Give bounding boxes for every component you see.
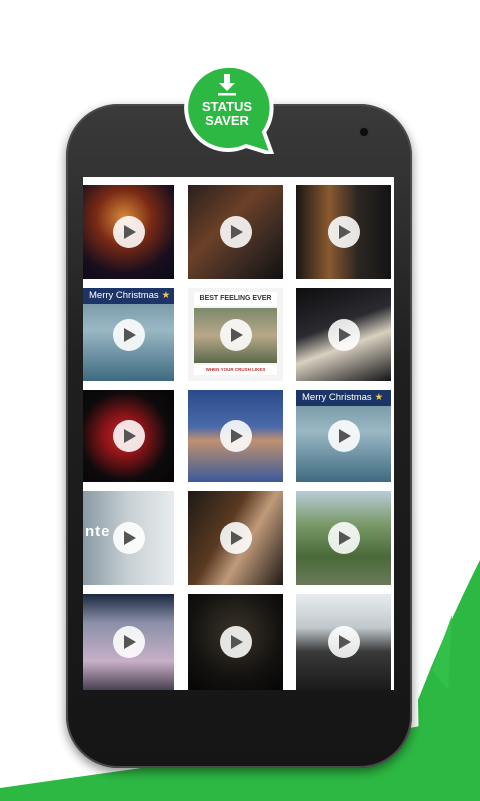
video-thumbnail[interactable] (188, 185, 283, 279)
video-thumbnail[interactable] (296, 288, 391, 381)
video-thumbnail[interactable] (188, 390, 283, 482)
video-thumbnail[interactable]: Merry Christmas ★ (83, 288, 174, 381)
video-grid-screen: Merry Christmas ★ BEST FEELING EVER WHEN … (83, 177, 394, 690)
play-icon[interactable] (327, 216, 360, 248)
play-icon[interactable] (219, 420, 252, 452)
video-banner: Merry Christmas ★ (296, 390, 391, 406)
play-icon[interactable] (112, 522, 145, 554)
video-banner: Merry Christmas ★ (83, 288, 174, 304)
video-thumbnail[interactable] (83, 390, 174, 482)
play-icon[interactable] (112, 318, 145, 351)
play-icon[interactable] (219, 216, 252, 248)
download-icon (218, 74, 236, 96)
play-icon[interactable] (219, 626, 252, 658)
play-icon[interactable] (327, 522, 360, 554)
play-icon[interactable] (327, 420, 360, 452)
video-thumbnail[interactable]: BEST FEELING EVER WHEN YOUR CRUSH LIKES (188, 288, 283, 381)
video-heading: BEST FEELING EVER (194, 292, 277, 306)
video-thumbnail[interactable] (83, 185, 174, 279)
video-thumbnail[interactable] (188, 491, 283, 585)
video-thumbnail[interactable] (296, 491, 391, 585)
video-caption: WHEN YOUR CRUSH LIKES (194, 365, 277, 375)
video-thumbnail[interactable] (296, 185, 391, 279)
status-saver-label: STATUS SAVER (201, 99, 253, 128)
video-thumbnail[interactable]: Merry Christmas ★ (296, 390, 391, 482)
video-overlay-text: nte (85, 523, 111, 540)
phone-camera (360, 128, 368, 136)
video-thumbnail[interactable] (188, 594, 283, 690)
play-icon[interactable] (219, 522, 252, 554)
video-thumbnail[interactable] (296, 594, 391, 690)
play-icon[interactable] (112, 626, 145, 658)
play-icon[interactable] (112, 216, 145, 248)
play-icon[interactable] (327, 318, 360, 351)
play-icon[interactable] (327, 626, 360, 658)
play-icon[interactable] (219, 318, 252, 351)
play-icon[interactable] (112, 420, 145, 452)
video-thumbnail[interactable]: nte (83, 491, 174, 585)
video-thumbnail[interactable] (83, 594, 174, 690)
